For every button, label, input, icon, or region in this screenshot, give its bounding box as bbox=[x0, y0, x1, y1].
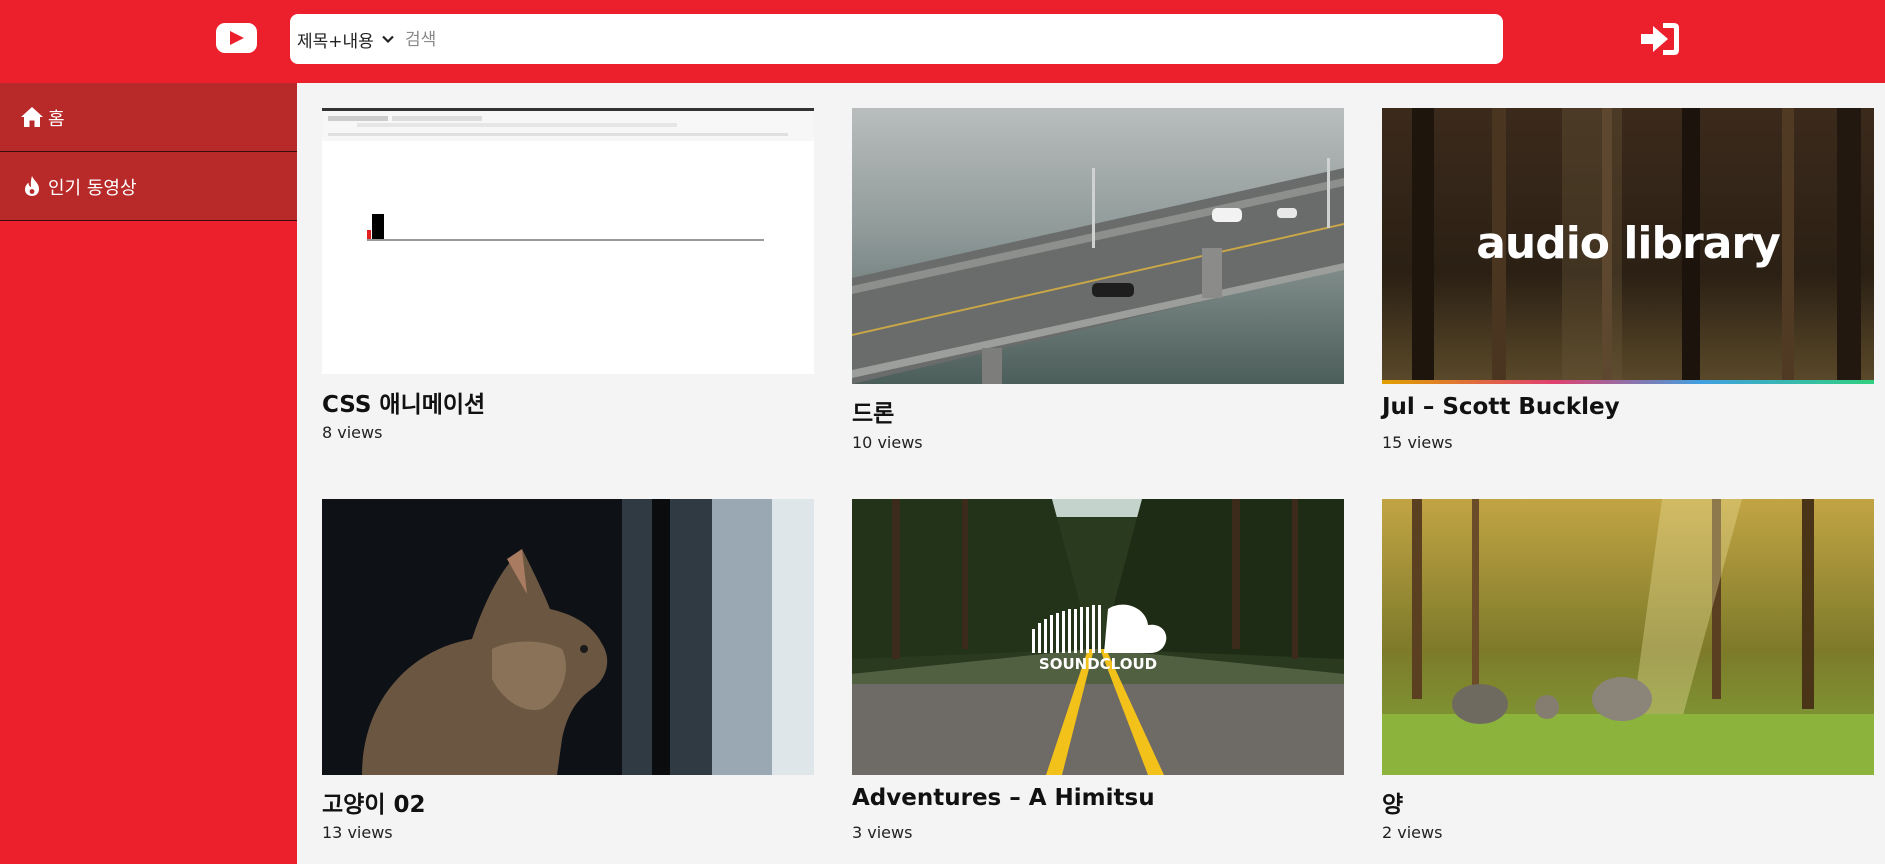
video-thumbnail[interactable] bbox=[322, 499, 814, 775]
sidebar: 홈 인기 동영상 bbox=[0, 83, 297, 864]
video-title[interactable]: 양 bbox=[1382, 785, 1403, 819]
play-icon bbox=[230, 31, 244, 45]
sidebar-item-home[interactable]: 홈 bbox=[0, 83, 297, 152]
video-title[interactable]: Adventures – A Himitsu bbox=[852, 785, 1155, 811]
video-title[interactable]: CSS 애니메이션 bbox=[322, 385, 485, 419]
soundcloud-logo-text: SOUNDCLOUD bbox=[1038, 655, 1158, 673]
video-thumbnail[interactable] bbox=[852, 108, 1344, 384]
sidebar-item-label: 홈 bbox=[48, 109, 65, 130]
home-icon bbox=[21, 107, 43, 127]
video-views: 15 views bbox=[1382, 433, 1453, 452]
video-views: 3 views bbox=[852, 823, 913, 842]
video-title[interactable]: Jul – Scott Buckley bbox=[1382, 394, 1620, 420]
soundcloud-icon bbox=[1032, 604, 1167, 653]
video-views: 10 views bbox=[852, 433, 923, 452]
login-icon[interactable] bbox=[1639, 20, 1681, 58]
soundcloud-logo: SOUNDCLOUD bbox=[1028, 599, 1168, 679]
chevron-down-icon bbox=[382, 35, 394, 43]
sidebar-item-trending[interactable]: 인기 동영상 bbox=[0, 152, 297, 221]
sidebar-item-label: 인기 동영상 bbox=[48, 178, 137, 199]
video-title[interactable]: 드론 bbox=[852, 394, 894, 428]
youtube-logo-icon[interactable] bbox=[216, 23, 257, 53]
video-views: 8 views bbox=[322, 423, 383, 442]
video-views: 2 views bbox=[1382, 823, 1443, 842]
search-type-label: 제목+내용 bbox=[297, 31, 374, 52]
video-grid: CSS 애니메이션 8 views 드론 10 views audio libr… bbox=[297, 83, 1885, 864]
search-bar: 제목+내용 bbox=[290, 14, 1503, 64]
audio-library-logo-text: audio library bbox=[1476, 218, 1781, 269]
fire-icon bbox=[25, 176, 39, 196]
search-input[interactable] bbox=[403, 24, 1487, 56]
video-thumbnail[interactable] bbox=[322, 108, 814, 374]
top-header: 제목+내용 bbox=[0, 0, 1885, 83]
video-views: 13 views bbox=[322, 823, 393, 842]
search-type-select[interactable]: 제목+내용 bbox=[297, 25, 394, 53]
video-thumbnail[interactable] bbox=[1382, 499, 1874, 775]
video-title[interactable]: 고양이 02 bbox=[322, 785, 426, 819]
